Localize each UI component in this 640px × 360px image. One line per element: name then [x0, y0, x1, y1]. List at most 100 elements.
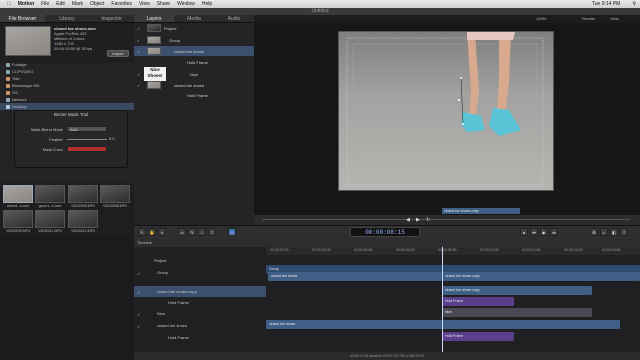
- search-icon[interactable]: ⚲: [632, 1, 636, 7]
- closed-toe-shoes-track[interactable]: closed toe shoes: [266, 320, 620, 329]
- timeline-row-label[interactable]: ✓ Group: [134, 267, 266, 278]
- nice-bar[interactable]: Nice: [442, 308, 592, 317]
- text-tool-icon[interactable]: T: [208, 228, 216, 236]
- menu-view[interactable]: View: [139, 1, 150, 7]
- play-backward-icon[interactable]: ◀: [406, 217, 410, 223]
- menu-share[interactable]: Share: [157, 1, 170, 7]
- tab-inspector[interactable]: Inspector: [89, 15, 134, 22]
- clip-thumb-3[interactable]: [68, 185, 98, 203]
- sidebar-item-clipvideo[interactable]: CLIPVIDEO: [6, 68, 33, 75]
- checkbox-icon[interactable]: ✓: [137, 324, 141, 329]
- clip-thumb-1[interactable]: [3, 185, 33, 203]
- render-menu[interactable]: Render: [582, 16, 595, 21]
- timeline-row-label-selected[interactable]: ✓ closed toe shoes copy: [134, 286, 266, 297]
- tab-audio[interactable]: Audio: [214, 15, 254, 22]
- layer-row-selected[interactable]: ✓ closed toe shoes: [134, 46, 254, 56]
- zoom-level[interactable]: 100%: [536, 16, 546, 21]
- hold-frame-bar-2[interactable]: Hold Frame: [442, 332, 514, 341]
- feather-value[interactable]: 0.0: [109, 136, 115, 141]
- layer-row[interactable]: ✓ Nice Shoes! Nice: [134, 67, 254, 81]
- tab-layers[interactable]: Layers: [134, 15, 174, 22]
- menu-window[interactable]: Window: [177, 1, 195, 7]
- rewind-icon[interactable]: ⏮: [530, 228, 538, 236]
- timeline-row-label[interactable]: ✓ closed toe shoes: [134, 320, 266, 331]
- menu-help[interactable]: Help: [202, 1, 212, 7]
- checkbox-icon[interactable]: ✓: [137, 26, 141, 31]
- menu-object[interactable]: Object: [90, 1, 104, 7]
- sidebar-item-blackmagic[interactable]: Blackmagic HD: [6, 82, 39, 89]
- checkbox-icon[interactable]: ✓: [137, 83, 141, 88]
- menu-favorites[interactable]: Favorites: [111, 1, 132, 7]
- layer-row[interactable]: ✓ Group: [134, 35, 254, 45]
- forward-icon[interactable]: ⏭: [550, 228, 558, 236]
- tab-file-browser[interactable]: File Browser: [0, 15, 45, 22]
- sidebar-item-gs[interactable]: GS: [6, 89, 18, 96]
- closed-toe-shoes-bar[interactable]: closed toe shoes: [268, 272, 442, 281]
- mini-timeline-clip[interactable]: closed toe shoes copy: [442, 208, 520, 214]
- generators-icon[interactable]: ◧: [610, 228, 618, 236]
- closed-toe-shoes-copy-bar[interactable]: closed toe shoes copy: [442, 272, 640, 281]
- timeline-row-name: Hold Frame: [168, 335, 189, 340]
- clip-thumb-7[interactable]: [68, 210, 98, 228]
- timeline-ruler[interactable]: 00:00:00:00 00:00:02:00 00:00:04:00 00:0…: [266, 247, 640, 255]
- zoom-tool-icon[interactable]: ⌕: [158, 228, 166, 236]
- tab-library[interactable]: Library: [45, 15, 90, 22]
- pen-tool-icon[interactable]: ✎: [188, 228, 196, 236]
- checkbox-icon[interactable]: ✓: [137, 312, 141, 317]
- record-icon[interactable]: ●: [520, 228, 528, 236]
- menu-file[interactable]: File: [41, 1, 49, 7]
- import-button[interactable]: Import: [107, 50, 129, 57]
- sidebar-item-footage[interactable]: Footage: [6, 61, 27, 68]
- playhead[interactable]: [442, 247, 443, 352]
- layer-row[interactable]: ✓ closed toe shoes: [134, 80, 254, 90]
- loop-icon[interactable]: ↻: [426, 217, 430, 223]
- gear-icon[interactable]: ⚙: [590, 228, 598, 236]
- sidebar-item-network[interactable]: Network: [6, 96, 27, 103]
- mask-color-swatch[interactable]: [67, 146, 107, 152]
- feather-slider[interactable]: [67, 139, 107, 140]
- layer-row[interactable]: Hold Frame: [134, 90, 254, 100]
- layer-row[interactable]: Hold Frame: [134, 57, 254, 67]
- timeline-row-label[interactable]: Hold Frame: [134, 297, 266, 308]
- timeline-row-label[interactable]: ✓ Nice: [134, 308, 266, 319]
- menu-mark[interactable]: Mark: [72, 1, 83, 7]
- checkbox-icon[interactable]: ✓: [137, 271, 141, 276]
- preview-thumbnail[interactable]: [5, 26, 51, 56]
- tab-media[interactable]: Media: [174, 15, 214, 22]
- apple-icon[interactable]: : [7, 1, 11, 7]
- checkbox-icon[interactable]: ✓: [137, 290, 141, 295]
- canvas-video-frame[interactable]: [338, 31, 554, 191]
- filters-icon[interactable]: ◐: [600, 228, 608, 236]
- clip-thumb-5[interactable]: [3, 210, 33, 228]
- timecode-display[interactable]: 00:00:08:15: [350, 227, 420, 237]
- hold-frame-bar[interactable]: Hold Frame: [442, 297, 514, 306]
- checkbox-icon[interactable]: ✓: [137, 38, 141, 43]
- pan-tool-icon[interactable]: ✋: [148, 228, 156, 236]
- timeline-row-label[interactable]: Project: [134, 255, 266, 266]
- timeline-row-label[interactable]: Hold Frame: [134, 332, 266, 343]
- clip-label: VID00012.MP4: [71, 229, 95, 233]
- paint-tool-icon[interactable]: /: [198, 228, 206, 236]
- clip-thumb-6[interactable]: [35, 210, 65, 228]
- mini-timeline[interactable]: closed toe shoes copy ◀ ▶ ↻: [254, 208, 640, 225]
- clip-thumb-4[interactable]: [100, 185, 130, 203]
- sidebar-item-desktop[interactable]: Desktop: [0, 103, 134, 110]
- layer-row[interactable]: ✓ Project: [134, 23, 254, 33]
- view-menu[interactable]: View: [610, 16, 619, 21]
- mask-tool-icon[interactable]: ◎: [228, 228, 236, 236]
- clock[interactable]: Tue 9:14 PM: [592, 1, 620, 7]
- checkbox-icon[interactable]: ✓: [137, 49, 141, 54]
- play-button-icon[interactable]: ▶: [540, 228, 548, 236]
- share-icon[interactable]: ⇪: [620, 228, 628, 236]
- rectangle-tool-icon[interactable]: ▭: [178, 228, 186, 236]
- sidebar-item-tide[interactable]: Tide: [6, 75, 20, 82]
- checkbox-icon[interactable]: ✓: [137, 72, 141, 77]
- mask-blend-dropdown[interactable]: Add: [67, 126, 107, 132]
- play-icon[interactable]: ▶: [416, 217, 420, 223]
- clip-thumb-2[interactable]: [35, 185, 65, 203]
- menu-edit[interactable]: Edit: [56, 1, 65, 7]
- globe-icon: [6, 97, 10, 102]
- closed-toe-shoes-copy-track[interactable]: closed toe shoes copy: [442, 286, 592, 295]
- menu-motion[interactable]: Motion: [18, 1, 34, 7]
- select-tool-icon[interactable]: ↖: [138, 228, 146, 236]
